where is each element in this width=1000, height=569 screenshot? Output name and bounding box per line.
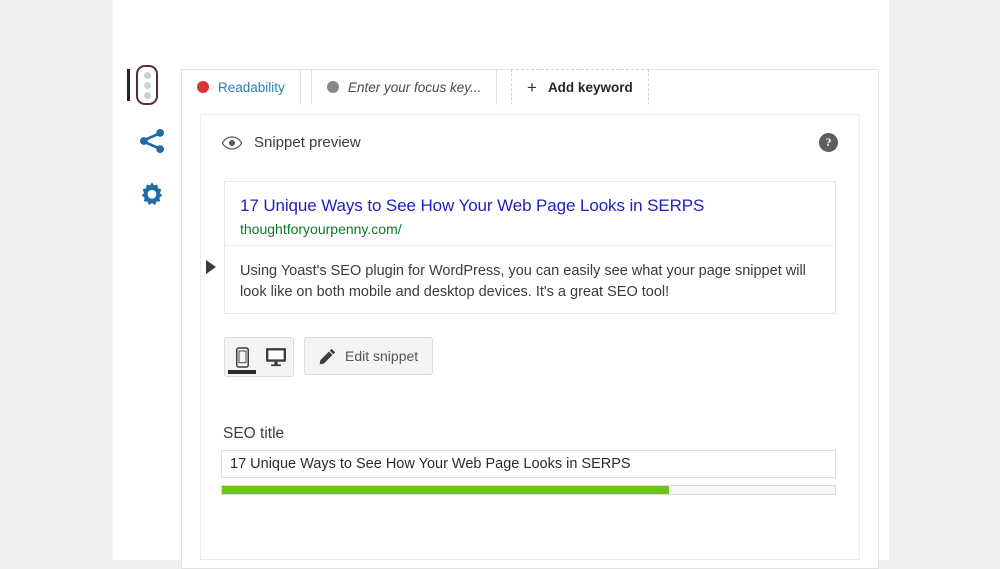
share-icon <box>140 129 164 153</box>
edit-snippet-label: Edit snippet <box>345 348 419 364</box>
metabox-tab-strip: Readability Enter your focus key... + Ad… <box>181 69 879 105</box>
yoast-sidebar-rail <box>127 60 177 220</box>
device-toggle-desktop[interactable] <box>259 338 293 376</box>
tab-readability-label: Readability <box>218 79 285 95</box>
seo-title-progress-fill <box>222 486 670 494</box>
snippet-result-title[interactable]: 17 Unique Ways to See How Your Web Page … <box>240 196 820 216</box>
desktop-icon <box>266 348 286 367</box>
plus-icon: + <box>527 77 537 97</box>
pencil-icon <box>319 348 336 364</box>
tab-focus-keyword-label: Enter your focus key... <box>348 79 482 95</box>
snippet-result-description[interactable]: Using Yoast's SEO plugin for WordPress, … <box>225 247 835 303</box>
edit-snippet-button[interactable]: Edit snippet <box>304 337 434 375</box>
mobile-icon <box>235 346 249 368</box>
traffic-dot-middle <box>143 81 151 89</box>
eye-icon <box>222 135 242 150</box>
gear-icon <box>141 182 163 205</box>
tab-add-keyword-label: Add keyword <box>547 79 633 95</box>
seo-title-progress-bar <box>221 485 836 495</box>
traffic-dot-top <box>143 71 151 79</box>
traffic-light-icon <box>136 65 158 105</box>
snippet-result-url[interactable]: thoughtforyourpenny.com/ <box>240 219 820 239</box>
google-snippet-box[interactable]: 17 Unique Ways to See How Your Web Page … <box>224 181 836 314</box>
seo-title-input[interactable] <box>221 450 836 478</box>
snippet-control-row: Edit snippet <box>224 337 434 377</box>
seo-title-label: SEO title <box>223 425 285 442</box>
snippet-preview-header: Snippet preview <box>222 134 361 151</box>
sidebar-item-traffic-light[interactable] <box>127 60 177 110</box>
snippet-title-url-group: 17 Unique Ways to See How Your Web Page … <box>225 182 835 246</box>
sidebar-item-share[interactable] <box>127 116 177 166</box>
tab-add-keyword[interactable]: + Add keyword <box>511 69 649 105</box>
readability-status-dot <box>197 81 209 93</box>
page-canvas: Readability Enter your focus key... + Ad… <box>0 0 1000 569</box>
device-preview-toggle <box>224 337 294 377</box>
snippet-preview-title: Snippet preview <box>254 134 361 151</box>
device-toggle-mobile[interactable] <box>225 338 259 376</box>
active-rail-indicator <box>127 69 130 101</box>
traffic-dot-bottom <box>143 91 151 99</box>
tab-focus-keyword[interactable]: Enter your focus key... <box>311 69 498 105</box>
tab-readability[interactable]: Readability <box>181 69 301 105</box>
snippet-collapse-arrow-icon[interactable] <box>206 260 216 274</box>
sidebar-item-settings[interactable] <box>127 170 177 220</box>
focus-keyword-status-dot <box>327 81 339 93</box>
help-icon[interactable]: ? <box>819 133 838 152</box>
